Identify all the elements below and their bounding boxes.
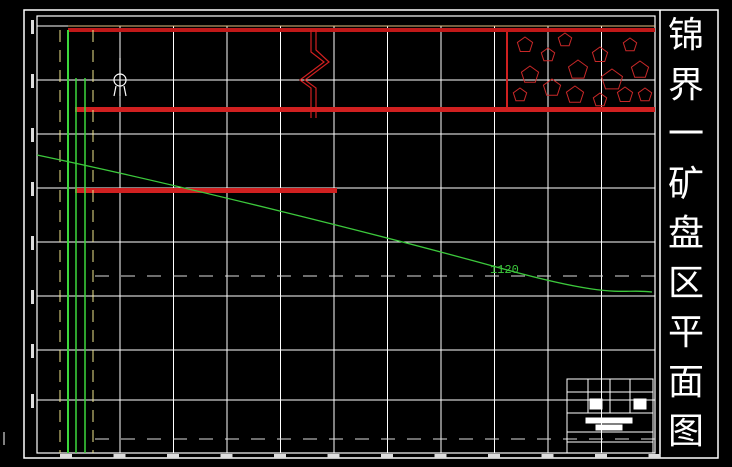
goaf-rock <box>516 36 534 52</box>
goaf-rock <box>542 78 562 96</box>
north-arrow-icon <box>113 58 127 97</box>
goaf-rock <box>567 59 589 79</box>
title-char: 矿 <box>667 163 704 205</box>
title-char: 盘 <box>667 213 704 254</box>
goaf-rock <box>630 60 650 78</box>
goaf-rock <box>592 92 608 107</box>
goaf-rock <box>616 86 634 102</box>
title-char: 锦 <box>667 15 704 56</box>
contour-label: 1120 <box>490 263 519 277</box>
x-tick-label <box>327 454 340 458</box>
x-tick-label <box>167 454 179 458</box>
y-tick-label <box>31 344 34 358</box>
goaf-area <box>506 32 653 108</box>
roadway-middle[interactable] <box>75 107 655 112</box>
x-tick-label <box>595 454 607 458</box>
inner-frame <box>36 15 656 454</box>
y-tick-label <box>31 182 34 196</box>
title-char: 区 <box>667 262 704 304</box>
roadway-top[interactable] <box>68 25 655 32</box>
axis-tick-labels <box>31 20 661 458</box>
roadway-lower[interactable] <box>75 188 337 193</box>
y-tick-label <box>31 290 34 304</box>
cad-canvas[interactable]: 1120 <box>0 0 732 467</box>
x-tick-label <box>488 454 500 458</box>
goaf-rock <box>512 87 528 102</box>
goaf-rock <box>637 87 653 102</box>
goaf-rock <box>622 37 638 52</box>
x-tick-label <box>381 454 393 458</box>
contour-line-1120[interactable] <box>36 154 653 293</box>
x-tick-label <box>434 454 447 458</box>
x-tick-label <box>541 454 554 458</box>
y-tick-label <box>31 128 34 142</box>
goaf-rock <box>600 68 624 90</box>
drawing-title: 锦界一矿盘区平面图 <box>660 14 712 454</box>
title-char: 面 <box>667 361 704 403</box>
title-char: 平 <box>667 312 704 353</box>
title-char: 界 <box>667 64 704 106</box>
goaf-rock <box>565 85 585 103</box>
x-tick-label <box>648 454 661 458</box>
x-tick-label <box>274 454 286 458</box>
goaf-rock <box>557 32 573 47</box>
x-tick-label <box>60 454 72 458</box>
title-char: 图 <box>667 411 704 452</box>
title-block-table[interactable] <box>566 378 654 454</box>
y-tick-label <box>31 74 34 88</box>
fault-zigzag <box>298 30 330 118</box>
title-char: 一 <box>667 114 704 155</box>
goaf-rock <box>591 46 609 62</box>
y-tick-label <box>31 394 34 408</box>
x-tick-label <box>220 454 233 458</box>
x-tick-label <box>113 454 126 458</box>
y-tick-label <box>31 236 34 250</box>
y-tick-label <box>31 20 34 34</box>
coordinate-grid <box>37 25 655 453</box>
